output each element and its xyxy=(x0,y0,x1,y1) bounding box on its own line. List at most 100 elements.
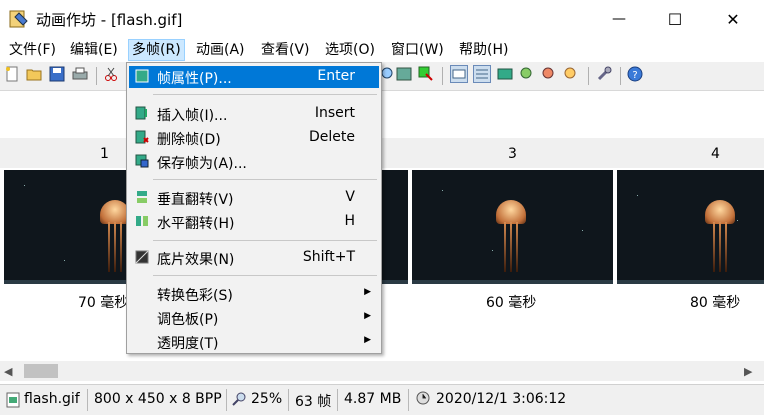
toolbar-separator xyxy=(96,67,97,85)
help-icon[interactable]: ? xyxy=(627,66,643,82)
print-icon[interactable] xyxy=(72,66,88,82)
menu-item-convert-color[interactable]: 转换色彩(S) ▶ xyxy=(129,283,379,305)
menu-item-save-frame[interactable]: 保存帧为(A)... xyxy=(129,151,379,173)
toolbar: ? xyxy=(0,62,764,91)
minimize-button[interactable]: — xyxy=(590,0,648,38)
frame-header-row xyxy=(0,138,764,168)
frame-delay: 80 毫秒 xyxy=(690,295,741,311)
horizontal-scrollbar[interactable]: ◀ ▶ xyxy=(0,361,764,381)
grid-view-icon[interactable] xyxy=(473,65,491,83)
title-bar: 动画作坊 - [flash.gif] — ☐ ✕ xyxy=(0,0,764,38)
menu-item-label: 底片效果(N) xyxy=(157,252,235,268)
save-frame-icon xyxy=(135,154,149,168)
menu-item-palette[interactable]: 调色板(P) ▶ xyxy=(129,307,379,329)
scroll-left-arrow-icon[interactable]: ◀ xyxy=(4,365,12,378)
menu-bar: 文件(F) 编辑(E) 多帧(R) 动画(A) 查看(V) 选项(O) 窗口(W… xyxy=(0,38,764,62)
frame-thumbnail[interactable] xyxy=(617,170,764,284)
menu-animation[interactable]: 动画(A) xyxy=(193,40,248,60)
cut-icon[interactable] xyxy=(103,66,119,82)
frame-thumbnail[interactable] xyxy=(382,170,408,284)
menu-window[interactable]: 窗口(W) xyxy=(388,40,447,60)
menu-options[interactable]: 选项(O) xyxy=(322,40,378,60)
menu-item-label: 转换色彩(S) xyxy=(157,288,233,304)
menu-separator xyxy=(153,240,377,241)
menu-edit[interactable]: 编辑(E) xyxy=(67,40,121,60)
status-frame-count: 63 帧 xyxy=(295,394,332,410)
menu-item-insert-frame[interactable]: 插入帧(I)... Insert xyxy=(129,103,379,125)
settings-wrench-icon[interactable] xyxy=(596,66,612,82)
zoom-magnifier-icon xyxy=(232,392,246,406)
frame-delay: 70 毫秒 xyxy=(78,295,129,311)
menu-view[interactable]: 查看(V) xyxy=(258,40,313,60)
menu-item-transparency[interactable]: 透明度(T) ▶ xyxy=(129,331,379,353)
maximize-icon: ☐ xyxy=(667,9,683,29)
toolbar-separator xyxy=(620,67,621,85)
frame-delay: 60 毫秒 xyxy=(486,295,537,311)
scroll-thumb[interactable] xyxy=(24,364,58,378)
multiframe-dropdown-menu: 帧属性(P)... Enter 插入帧(I)... Insert 删除帧(D) … xyxy=(126,62,382,354)
toolbar-separator xyxy=(588,67,589,85)
menu-item-flip-horizontal[interactable]: 水平翻转(H) H xyxy=(129,211,379,233)
menu-item-label: 透明度(T) xyxy=(157,336,219,352)
frame-properties-icon xyxy=(135,69,149,83)
menu-item-shortcut: Shift+T xyxy=(302,249,355,265)
flip-vertical-icon xyxy=(137,191,147,203)
submenu-arrow-icon: ▶ xyxy=(364,335,371,345)
status-date: 2020/12/1 3:06:12 xyxy=(436,391,567,407)
open-folder-icon[interactable] xyxy=(26,66,42,82)
file-icon xyxy=(6,392,20,408)
menu-item-label: 调色板(P) xyxy=(157,312,219,328)
frame-thumbnail[interactable] xyxy=(412,170,613,284)
menu-item-flip-vertical[interactable]: 垂直翻转(V) V xyxy=(129,187,379,209)
new-file-icon[interactable] xyxy=(4,66,20,82)
menu-item-shortcut: V xyxy=(345,189,355,205)
image-props-icon[interactable] xyxy=(396,66,412,82)
menu-item-delete-frame[interactable]: 删除帧(D) Delete xyxy=(129,127,379,149)
menu-item-shortcut: Delete xyxy=(309,129,355,145)
zoom-out-icon[interactable] xyxy=(541,66,557,82)
status-zoom: 25% xyxy=(251,391,283,407)
frame-number: 3 xyxy=(508,146,517,162)
menu-separator xyxy=(153,275,377,276)
menu-separator xyxy=(153,179,377,180)
menu-multiframe[interactable]: 多帧(R) xyxy=(128,39,185,61)
view-mode-icon[interactable] xyxy=(450,65,468,83)
menu-help[interactable]: 帮助(H) xyxy=(456,40,511,60)
status-dimensions: 800 x 450 x 8 BPP xyxy=(94,391,222,407)
maximize-button[interactable]: ☐ xyxy=(646,0,704,38)
status-bar: flash.gif 800 x 450 x 8 BPP 25% 63 帧 4.8… xyxy=(0,384,764,415)
window-title: 动画作坊 - [flash.gif] xyxy=(36,11,183,29)
frame-number: 4 xyxy=(711,146,720,162)
submenu-arrow-icon: ▶ xyxy=(364,311,371,321)
scroll-right-arrow-icon[interactable]: ▶ xyxy=(744,365,752,378)
clock-icon xyxy=(416,391,430,405)
app-icon xyxy=(9,10,28,28)
menu-item-label: 垂直翻转(V) xyxy=(157,192,234,208)
menu-item-shortcut: Insert xyxy=(314,105,355,121)
menu-item-frame-properties[interactable]: 帧属性(P)... Enter xyxy=(129,66,379,88)
frame-number: 1 xyxy=(100,146,109,162)
menu-file[interactable]: 文件(F) xyxy=(6,40,59,60)
menu-item-shortcut: H xyxy=(344,213,355,229)
status-filename: flash.gif xyxy=(24,391,80,407)
menu-separator xyxy=(153,94,377,95)
zoom-fit-icon[interactable] xyxy=(563,66,579,82)
zoom-in-icon[interactable] xyxy=(519,66,535,82)
submenu-arrow-icon: ▶ xyxy=(364,287,371,297)
close-button[interactable]: ✕ xyxy=(704,0,762,38)
menu-item-label: 保存帧为(A)... xyxy=(157,156,247,172)
insert-frame-icon xyxy=(135,106,147,120)
menu-item-label: 删除帧(D) xyxy=(157,132,221,148)
status-file-size: 4.87 MB xyxy=(344,391,402,407)
menu-item-label: 水平翻转(H) xyxy=(157,216,235,232)
menu-item-negative[interactable]: 底片效果(N) Shift+T xyxy=(129,247,379,269)
negative-icon xyxy=(135,250,149,264)
import-icon[interactable] xyxy=(418,66,434,82)
menu-item-label: 帧属性(P)... xyxy=(157,71,232,87)
toolbar-separator xyxy=(442,67,443,85)
save-icon[interactable] xyxy=(49,66,65,82)
picture-icon[interactable] xyxy=(497,66,513,82)
delete-frame-icon xyxy=(135,130,149,144)
menu-item-label: 插入帧(I)... xyxy=(157,108,228,124)
zoom-icon[interactable] xyxy=(380,66,396,82)
